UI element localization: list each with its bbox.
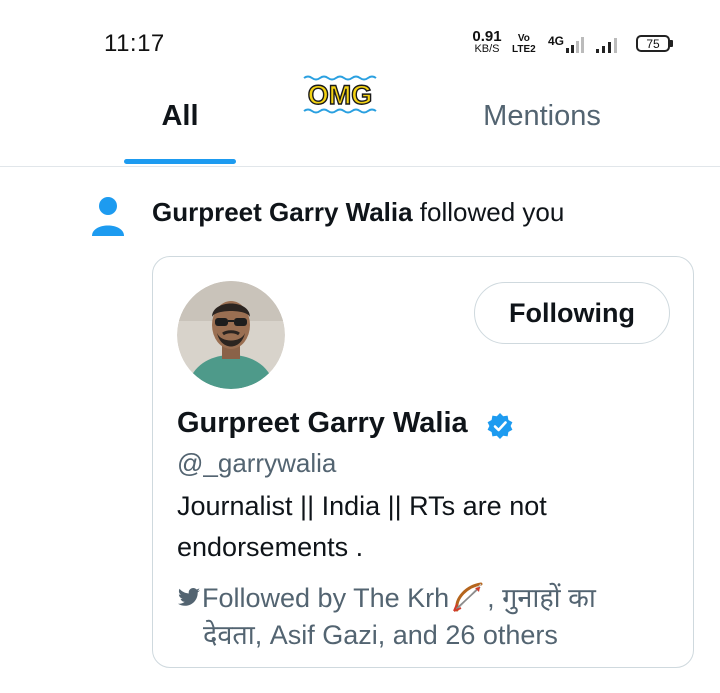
signal-strength-icon [566,37,584,53]
bow-and-arrow-icon [453,582,483,612]
card-bio: Journalist || India || RTs are not endor… [177,491,547,562]
status-time: 11:17 [104,30,165,57]
omg-sticker: OMG [303,75,377,114]
signal-strength-secondary-icon [596,38,617,53]
tab-all[interactable]: All [124,100,236,140]
volte-indicator: Vo LTE2 [512,33,536,55]
verified-badge-icon [487,413,513,439]
network-speed: 0.91 KB/S [470,28,504,55]
person-icon [92,197,124,236]
following-button[interactable]: Following [474,282,670,344]
twitter-bird-icon [178,588,200,606]
notifications-screen: 11:17 0.91 KB/S Vo LTE2 4G 75 OMG All Me… [0,0,720,693]
card-handle: @_garrywalia [177,448,337,478]
card-display-name[interactable]: Gurpreet Garry Walia [177,407,468,440]
network-type: 4G [548,34,565,48]
status-bar: 11:17 0.91 KB/S Vo LTE2 4G 75 [0,0,720,80]
notification-action: followed you [412,197,565,227]
tab-mentions[interactable]: Mentions [462,100,622,140]
omg-sticker-text: OMG [308,80,373,110]
tab-active-indicator [124,159,236,164]
volte-bottom: LTE2 [512,44,536,55]
notification-actor-name[interactable]: Gurpreet Garry Walia [152,197,413,227]
network-speed-value: 0.91 [472,28,502,45]
tabs-divider [0,166,720,167]
avatar[interactable] [177,281,285,389]
followed-by-names-cont: , गुनाहों का [487,583,596,613]
notification-text[interactable]: Gurpreet Garry Walia followed you [152,197,564,228]
followed-by-names: Followed by The Krh [202,583,450,613]
profile-card[interactable]: Following Gurpreet Garry Walia @_garrywa… [152,256,694,668]
followed-by[interactable]: Followed by The Krh , गुनाहों का देवता, … [177,580,677,654]
followed-by-line2: देवता, Asif Gazi, and 26 others [203,620,558,650]
battery-tip [670,40,673,47]
battery-icon: 75 [636,35,670,52]
volte-top: Vo [517,33,530,44]
network-speed-unit: KB/S [474,43,500,55]
